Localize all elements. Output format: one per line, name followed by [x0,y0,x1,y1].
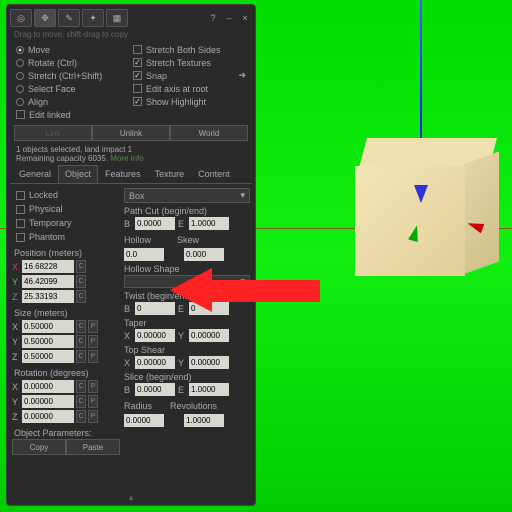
edit-options-checks: Stretch Both Sides Stretch Textures Snap… [133,43,246,121]
drag-hint: Drag to move, shift-drag to copy [10,28,252,41]
help-icon[interactable]: ? [206,11,220,25]
check-highlight[interactable]: Show Highlight [133,95,246,108]
tab-object[interactable]: Object [58,165,98,183]
move-tool-icon[interactable]: ✥ [34,9,56,27]
radio-move[interactable]: Move [16,43,129,56]
shear-x[interactable] [135,356,175,369]
snap-options-icon[interactable]: ➔ [238,70,246,81]
copy-params-button[interactable]: Copy [12,439,66,455]
twist-b[interactable] [135,302,175,315]
selection-status: 1 objects selected, land impact 1 Remain… [10,143,252,165]
check-physical[interactable]: Physical [12,202,120,216]
radius-input[interactable] [124,414,164,427]
taper-y[interactable] [189,329,229,342]
panel-resize-grip[interactable]: ▴ [7,492,255,503]
radio-stretch[interactable]: Stretch (Ctrl+Shift) [16,69,129,82]
check-edit-linked[interactable]: Edit linked [16,108,129,121]
taper-label: Taper [124,318,250,328]
check-phantom[interactable]: Phantom [12,230,120,244]
topshear-label: Top Shear [124,345,250,355]
check-locked[interactable]: Locked [12,188,120,202]
check-snap[interactable]: Snap➔ [133,69,246,82]
world-button[interactable]: World [170,125,248,141]
pathcut-e[interactable] [189,217,229,230]
shear-y[interactable] [189,356,229,369]
property-tabs: General Object Features Texture Content [10,165,252,184]
size-x-input[interactable] [22,320,74,333]
position-z-input[interactable] [22,290,74,303]
edit-mode-radios: Move Rotate (Ctrl) Stretch (Ctrl+Shift) … [16,43,129,121]
radio-rotate[interactable]: Rotate (Ctrl) [16,56,129,69]
rot-x-input[interactable] [22,380,74,393]
build-tools-panel: ◎ ✥ ✎ ✦ ▦ ? – × Drag to move, shift-drag… [6,4,256,506]
pathcut-b[interactable] [135,217,175,230]
pos-z-copy[interactable]: C [76,290,86,303]
z-axis-handle[interactable] [414,185,428,203]
tab-texture[interactable]: Texture [148,165,192,183]
edit-tool-icon[interactable]: ✎ [58,9,80,27]
check-edit-root[interactable]: Edit axis at root [133,82,246,95]
size-y-input[interactable] [22,335,74,348]
position-y-input[interactable] [22,275,74,288]
create-tool-icon[interactable]: ✦ [82,9,104,27]
cube-front-face [355,166,465,276]
taper-x[interactable] [135,329,175,342]
more-info-link[interactable]: More info [110,154,143,163]
slice-label: Slice (begin/end) [124,372,250,382]
unlink-button[interactable]: Unlink [92,125,170,141]
pos-y-copy[interactable]: C [76,275,86,288]
land-tool-icon[interactable]: ▦ [106,9,128,27]
right-column: Box Path Cut (begin/end) BE HollowSkew H… [124,188,250,455]
objparams-label: Object Parameters: [14,428,120,438]
position-x-input[interactable] [22,260,74,273]
selected-cube[interactable] [355,138,500,278]
radio-align[interactable]: Align [16,95,129,108]
slice-b[interactable] [135,383,175,396]
left-column: Locked Physical Temporary Phantom Positi… [12,188,120,455]
tab-content[interactable]: Content [191,165,237,183]
shape-dropdown[interactable]: Box [124,188,250,203]
close-icon[interactable]: × [238,11,252,25]
focus-tool-icon[interactable]: ◎ [10,9,32,27]
toolbar: ◎ ✥ ✎ ✦ ▦ ? – × [10,8,252,28]
size-z-input[interactable] [22,350,74,363]
rot-y-input[interactable] [22,395,74,408]
position-label: Position (meters) [14,248,120,258]
paste-params-button[interactable]: Paste [66,439,120,455]
radio-select-face[interactable]: Select Face [16,82,129,95]
size-label: Size (meters) [14,308,120,318]
slice-e[interactable] [189,383,229,396]
link-button[interactable]: Link [14,125,92,141]
rotation-label: Rotation (degrees) [14,368,120,378]
tab-general[interactable]: General [12,165,58,183]
check-stretch-both[interactable]: Stretch Both Sides [133,43,246,56]
pathcut-label: Path Cut (begin/end) [124,206,250,216]
hollow-input[interactable] [124,248,164,261]
pos-x-copy[interactable]: C [76,260,86,273]
rot-z-input[interactable] [22,410,74,423]
minimize-icon[interactable]: – [222,11,236,25]
skew-input[interactable] [184,248,224,261]
callout-arrow [170,268,320,312]
check-temporary[interactable]: Temporary [12,216,120,230]
revolutions-input[interactable] [184,414,224,427]
tab-features[interactable]: Features [98,165,148,183]
check-stretch-tex[interactable]: Stretch Textures [133,56,246,69]
cube-side-face [463,151,499,274]
